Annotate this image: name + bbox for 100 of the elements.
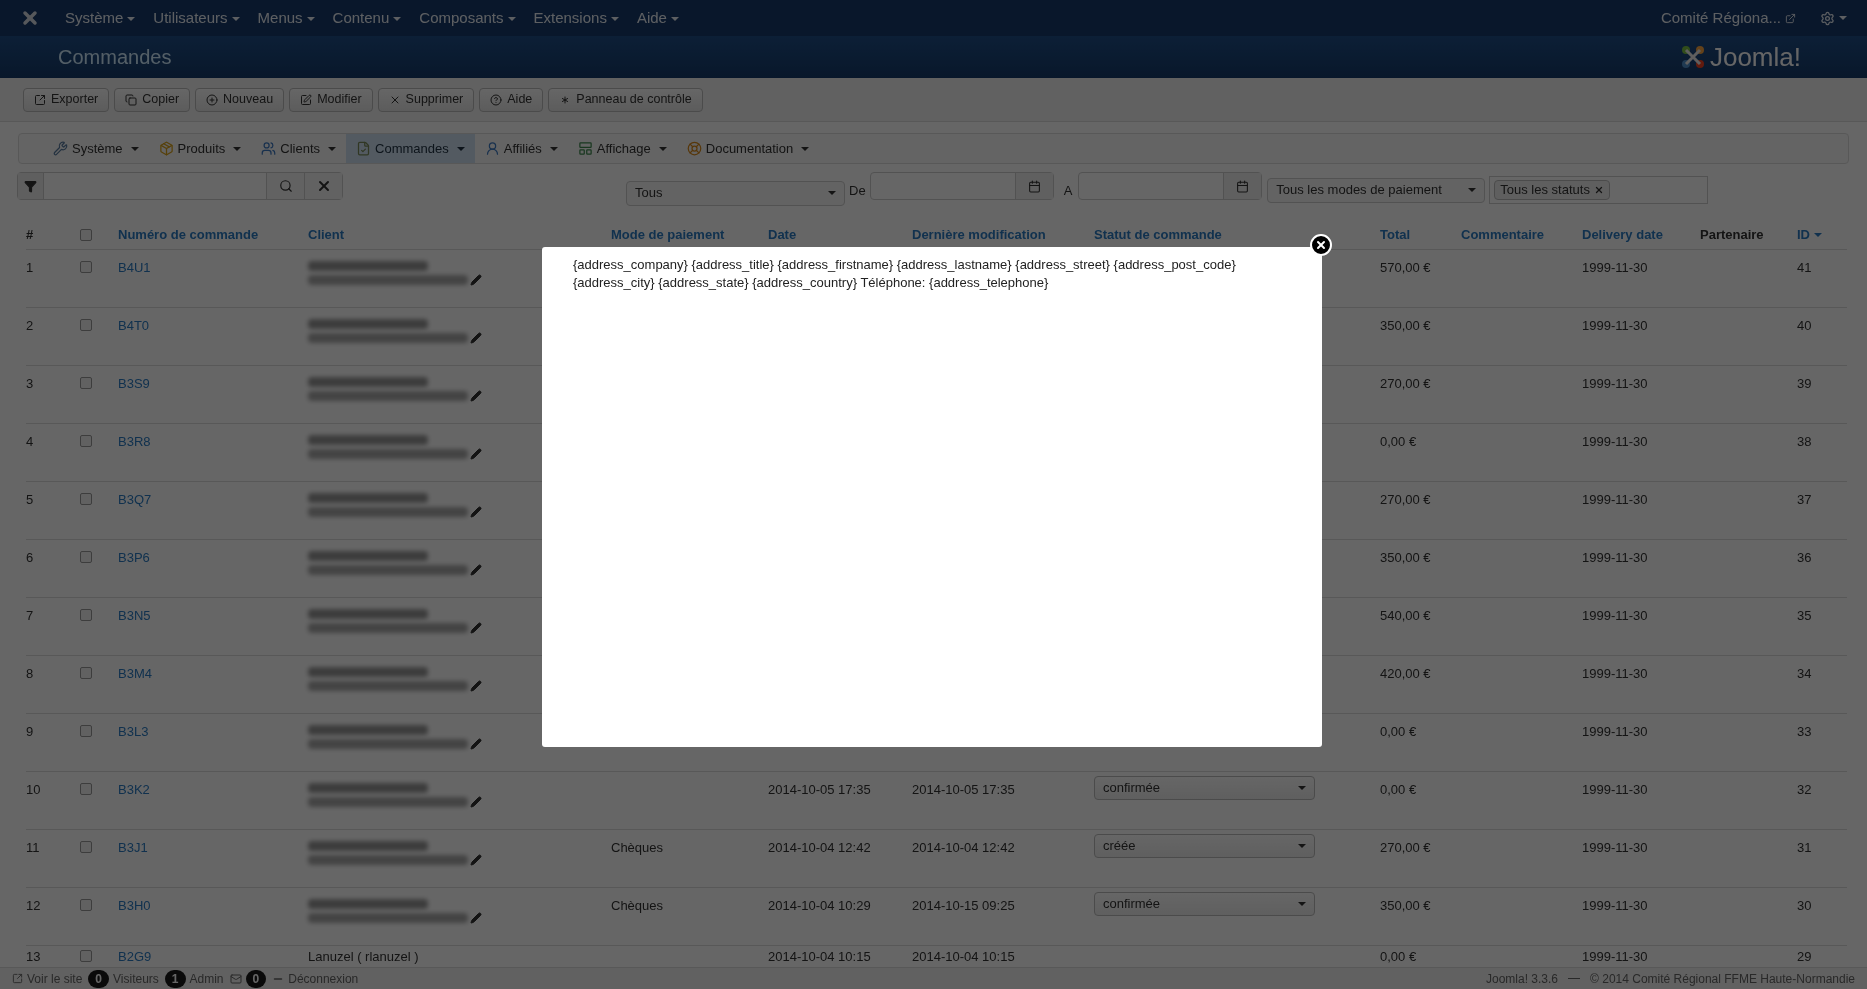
toolbar-button[interactable]: Copier xyxy=(114,87,191,112)
delivery-date: 1999-11-30 xyxy=(1582,607,1649,625)
row-checkbox[interactable] xyxy=(80,261,92,273)
edit-icon[interactable] xyxy=(470,448,482,460)
edit-icon[interactable] xyxy=(470,622,482,634)
row-checkbox[interactable] xyxy=(80,725,92,737)
date-to-field[interactable] xyxy=(1078,172,1263,200)
edit-icon[interactable] xyxy=(470,912,482,924)
order-number-link[interactable]: B3L3 xyxy=(118,724,149,739)
submenu-tab[interactable]: Système xyxy=(43,134,149,163)
nav-menu[interactable]: Utilisateurs xyxy=(144,6,249,30)
row-checkbox[interactable] xyxy=(80,667,92,679)
row-checkbox[interactable] xyxy=(80,377,92,389)
column-header[interactable]: Dernière modification xyxy=(912,224,1094,245)
status-select[interactable]: confirmée xyxy=(1094,892,1315,916)
settings-menu[interactable] xyxy=(1820,10,1847,26)
status-select[interactable]: confirmée xyxy=(1094,776,1315,800)
row-checkbox[interactable] xyxy=(80,609,92,621)
order-number-link[interactable]: B4T0 xyxy=(118,318,150,333)
date-from-field[interactable] xyxy=(869,172,1054,200)
order-number-link[interactable]: B3S9 xyxy=(118,376,150,391)
edit-icon[interactable] xyxy=(470,390,482,402)
order-id: 39 xyxy=(1797,375,1813,393)
toolbar-button[interactable]: Supprimer xyxy=(377,87,475,112)
row-number: 7 xyxy=(26,607,35,625)
toolbar-button[interactable]: Nouveau xyxy=(195,87,285,112)
row-checkbox[interactable] xyxy=(80,493,92,505)
column-header[interactable]: Date xyxy=(768,224,912,245)
nav-menu[interactable]: Système xyxy=(56,6,145,30)
order-number-link[interactable]: B3H0 xyxy=(118,898,151,913)
payment-select[interactable]: Tous les modes de paiement xyxy=(1267,177,1486,203)
nav-menu[interactable]: Aide xyxy=(627,6,688,30)
nav-menu[interactable]: Menus xyxy=(248,6,324,30)
row-checkbox[interactable] xyxy=(80,319,92,331)
row-checkbox[interactable] xyxy=(80,841,92,853)
row-checkbox[interactable] xyxy=(80,783,92,795)
edit-icon[interactable] xyxy=(470,796,482,808)
row-checkbox[interactable] xyxy=(80,551,92,563)
edit-icon[interactable] xyxy=(470,332,482,344)
column-header[interactable]: Commentaire xyxy=(1461,224,1582,245)
edit-icon[interactable] xyxy=(470,680,482,692)
order-total: 0,00 € xyxy=(1380,433,1418,451)
close-button[interactable] xyxy=(1310,234,1332,256)
row-number: 3 xyxy=(26,375,35,393)
period-select[interactable]: Tous xyxy=(626,180,845,206)
order-number-link[interactable]: B4U1 xyxy=(118,260,151,275)
edit-icon[interactable] xyxy=(470,854,482,866)
logout-link[interactable]: Déconnexion xyxy=(288,969,359,988)
column-header[interactable]: Numéro de commande xyxy=(118,224,308,245)
status-filter-field[interactable]: Tous les statuts xyxy=(1489,176,1709,204)
edit-icon[interactable] xyxy=(470,738,482,750)
submenu-tab[interactable]: Produits xyxy=(148,134,252,163)
edit-icon[interactable] xyxy=(470,506,482,518)
remove-icon[interactable] xyxy=(1593,185,1604,195)
toolbar-button[interactable]: Modifier xyxy=(289,87,373,112)
order-number-link[interactable]: B3Q7 xyxy=(118,492,152,507)
order-number-link[interactable]: B3M4 xyxy=(118,666,152,681)
submenu-tab[interactable]: Affichage xyxy=(567,134,677,163)
row-number: 5 xyxy=(26,491,35,509)
row-checkbox[interactable] xyxy=(80,950,92,962)
nav-menu[interactable]: Contenu xyxy=(323,6,411,30)
submenu-tab[interactable]: Documentation xyxy=(676,134,820,163)
order-total: 350,00 € xyxy=(1380,549,1432,567)
order-number-link[interactable]: B3J1 xyxy=(118,840,148,855)
column-header[interactable]: Client xyxy=(308,224,611,245)
site-link[interactable]: Comité Régiona... xyxy=(1660,6,1796,30)
order-number-link[interactable]: B3K2 xyxy=(118,782,150,797)
wrench-icon xyxy=(53,141,68,156)
column-header[interactable]: Delivery date xyxy=(1582,224,1700,245)
submenu-tab[interactable]: Clients xyxy=(251,134,347,163)
column-header: # xyxy=(26,225,35,244)
status-select[interactable]: créée xyxy=(1094,834,1315,858)
order-number-link[interactable]: B2G9 xyxy=(118,949,152,964)
edit-icon[interactable] xyxy=(470,564,482,576)
row-checkbox[interactable] xyxy=(80,899,92,911)
column-header[interactable]: Total xyxy=(1380,224,1461,245)
clear-button[interactable] xyxy=(304,173,342,199)
order-number-link[interactable]: B3N5 xyxy=(118,608,151,623)
status-label[interactable]: Admin xyxy=(189,969,224,988)
toolbar-button[interactable]: Panneau de contrôle xyxy=(548,87,703,112)
toolbar-button[interactable]: Exporter xyxy=(23,87,110,112)
order-total: 350,00 € xyxy=(1380,897,1432,915)
edit-icon[interactable] xyxy=(470,274,482,286)
nav-menu[interactable]: Composants xyxy=(410,6,525,30)
row-checkbox[interactable] xyxy=(80,435,92,447)
toolbar-button[interactable]: Aide xyxy=(479,87,544,112)
column-header[interactable]: Mode de paiement xyxy=(611,224,768,245)
search-button[interactable] xyxy=(266,173,304,199)
nav-menu[interactable]: Extensions xyxy=(524,6,628,30)
column-header[interactable]: Statut de commande xyxy=(1094,224,1380,245)
status-label[interactable]: Visiteurs xyxy=(113,969,159,988)
filter-search-field[interactable] xyxy=(17,172,343,200)
submenu-tab[interactable]: Commandes xyxy=(346,134,475,163)
submenu-tab[interactable]: Affiliés xyxy=(474,134,568,163)
order-number-link[interactable]: B3R8 xyxy=(118,434,151,449)
select-all-checkbox[interactable] xyxy=(80,228,92,241)
joomla-logo: Joomla! xyxy=(1679,37,1801,77)
order-number-link[interactable]: B3P6 xyxy=(118,550,150,565)
column-header[interactable]: ID xyxy=(1797,224,1847,245)
separator-dash xyxy=(1568,978,1581,979)
